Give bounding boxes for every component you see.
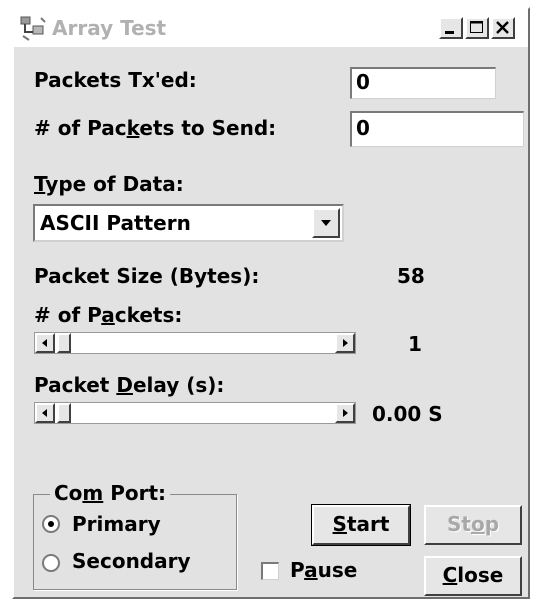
slider-right-button[interactable]: [335, 403, 355, 423]
type-of-data-value: ASCII Pattern: [40, 211, 191, 235]
slider-left-button[interactable]: [35, 403, 55, 423]
slider-left-button[interactable]: [35, 333, 55, 353]
radio-primary-label[interactable]: Primary: [72, 512, 161, 536]
arrow-right-icon: [343, 409, 348, 417]
packet-size-value: 58: [397, 264, 425, 288]
packet-delay-label: Packet Delay (s):: [34, 373, 225, 397]
minimize-button[interactable]: [439, 17, 463, 39]
radio-primary[interactable]: [42, 515, 60, 533]
packets-txed-label: Packets Tx'ed:: [34, 68, 197, 92]
packets-to-send-field[interactable]: 0: [350, 111, 524, 147]
packet-size-label: Packet Size (Bytes):: [34, 264, 260, 288]
pause-checkbox[interactable]: [261, 562, 279, 580]
slider-thumb[interactable]: [57, 333, 71, 353]
num-packets-value: 1: [408, 332, 422, 356]
com-port-group: Com Port: Primary Secondary: [33, 481, 237, 590]
chevron-down-icon: [321, 220, 331, 226]
slider-right-button[interactable]: [335, 333, 355, 353]
num-packets-label: # of Packets:: [34, 303, 183, 327]
num-packets-slider[interactable]: [34, 332, 356, 354]
window-title: Array Test: [52, 16, 167, 40]
radio-secondary-label[interactable]: Secondary: [72, 549, 191, 573]
array-test-window: Array Test Packets Tx'ed: 0 # of Packets…: [12, 7, 530, 599]
packet-delay-value: 0.00 S: [372, 402, 443, 426]
close-button[interactable]: Close: [424, 556, 522, 596]
title-bar[interactable]: Array Test: [14, 9, 528, 47]
packets-txed-field[interactable]: 0: [350, 67, 496, 99]
pause-label[interactable]: Pause: [290, 558, 357, 582]
dropdown-button[interactable]: [312, 208, 340, 238]
arrow-right-icon: [343, 339, 348, 347]
slider-thumb[interactable]: [57, 403, 71, 423]
app-icon: [19, 14, 49, 42]
type-of-data-select[interactable]: ASCII Pattern: [33, 204, 344, 242]
close-window-button[interactable]: [491, 17, 515, 39]
packets-to-send-label: # of Packets to Send:: [34, 116, 277, 140]
radio-secondary[interactable]: [42, 554, 60, 572]
start-button[interactable]: Start: [311, 504, 411, 546]
radio-selected-dot: [48, 521, 54, 527]
type-of-data-label: Type of Data:: [34, 172, 184, 196]
minimize-icon: [445, 31, 454, 34]
arrow-left-icon: [42, 339, 47, 347]
packet-delay-slider[interactable]: [34, 402, 356, 424]
com-port-legend: Com Port:: [50, 481, 171, 505]
maximize-button[interactable]: [465, 17, 489, 39]
maximize-icon: [470, 21, 483, 33]
arrow-left-icon: [42, 409, 47, 417]
stop-button[interactable]: Stop: [424, 505, 522, 545]
close-icon: [496, 21, 509, 34]
